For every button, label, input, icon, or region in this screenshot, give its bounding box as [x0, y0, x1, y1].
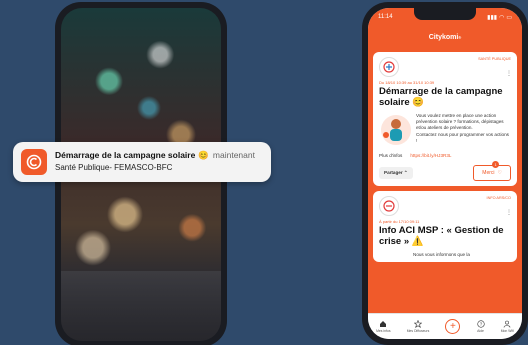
card-title: Démarrage de la campagne solaire 😊 — [379, 86, 511, 109]
sender-logo-icon — [379, 195, 399, 216]
more-info-label: Plus d'infos — [379, 152, 403, 158]
plus-icon: + — [445, 319, 461, 334]
user-icon — [503, 320, 511, 328]
app-title-mark: ® — [458, 34, 462, 40]
card-category: INFO ARS/CO — [486, 195, 511, 200]
nav-label: Mes infos — [376, 329, 391, 333]
help-icon: ? — [476, 320, 485, 328]
card-title-emoji: 😊 — [412, 96, 425, 108]
card-menu-icon[interactable]: ⋮ — [506, 70, 512, 77]
phone-notch — [414, 8, 476, 20]
more-info-link[interactable]: https://bit.ly/HJ3R3L — [410, 153, 451, 158]
card-illustration — [379, 113, 413, 147]
nav-add[interactable]: + — [445, 319, 461, 334]
status-time: 11:14 — [378, 14, 393, 20]
chevron-up-icon: ⌃ — [403, 169, 408, 175]
card-description-2: Contactez nous pour programmer vos actio… — [416, 131, 509, 143]
message-card[interactable]: SANTÉ PUBLIQUE ⋮ Du 18/10 10:39 au 31/10… — [373, 52, 517, 186]
home-icon — [380, 321, 387, 327]
message-feed[interactable]: SANTÉ PUBLIQUE ⋮ Du 18/10 10:39 au 31/10… — [368, 48, 522, 313]
share-label: Partager — [384, 169, 403, 175]
star-icon — [414, 320, 422, 328]
battery-icon: ▭ — [506, 14, 512, 21]
card-title: Info ACI MSP : « Gestion de crise » ⚠️ — [379, 224, 511, 248]
wifi-icon: ◠ — [499, 14, 505, 21]
nav-label: Mes Diffuseurs — [406, 329, 430, 333]
app-screen: 11:14 ▮▮▮ ◠ ▭ Citykomi ® SANTÉ PUBLIQUE … — [368, 8, 522, 339]
nav-my-infos[interactable]: Mes infos — [376, 320, 391, 333]
bottom-navigation: Mes infos Mes Diffuseurs + ? Aide Mon Wi… — [368, 313, 522, 339]
nav-help[interactable]: ? Aide — [476, 320, 485, 333]
card-category: SANTÉ PUBLIQUE — [478, 57, 511, 61]
notification-subtitle: Santé Publique- FEMASCO-BFC — [55, 163, 173, 173]
card-title-text: Info ACI MSP : « Gestion de crise » — [379, 224, 504, 247]
app-title: Citykomi — [428, 33, 459, 41]
signal-icon: ▮▮▮ — [487, 14, 498, 21]
sender-logo-icon — [379, 57, 399, 77]
card-menu-icon[interactable]: ⋮ — [506, 209, 512, 216]
notification-time: maintenant — [212, 150, 255, 161]
card-title-emoji: ⚠️ — [411, 235, 424, 247]
thanks-button[interactable]: 1 Merci ♡ — [473, 160, 511, 181]
share-button[interactable]: Partager ⌃ — [379, 166, 413, 179]
wallpaper-road — [61, 271, 221, 341]
nav-label: Mon Wifi — [500, 329, 514, 333]
card-title-text: Démarrage de la campagne solaire — [379, 86, 503, 108]
right-phone: 11:14 ▮▮▮ ◠ ▭ Citykomi ® SANTÉ PUBLIQUE … — [362, 2, 528, 345]
notification-title: Démarrage de la campagne solaire — [55, 150, 196, 161]
notification-emoji: 😊 — [198, 150, 209, 161]
card-date: Du 18/10 10:39 au 31/10 10:39 — [379, 80, 435, 85]
nav-my-broadcasters[interactable]: Mes Diffuseurs — [406, 320, 430, 333]
push-notification[interactable]: Démarrage de la campagne solaire 😊 maint… — [13, 142, 271, 182]
app-header: Citykomi ® — [368, 26, 522, 48]
nav-my-account[interactable]: Mon Wifi — [501, 320, 514, 333]
card-description: Vous voulez mettre en place une action p… — [416, 112, 504, 130]
card-description: Nous vous informons que la — [413, 251, 470, 257]
message-card[interactable]: INFO ARS/CO ⋮ À partir du 17/10 09:11 In… — [373, 190, 517, 262]
svg-text:?: ? — [479, 322, 482, 327]
card-date: À partir du 17/10 09:11 — [379, 218, 420, 224]
heart-icon: ♡ — [497, 169, 502, 176]
app-logo-icon — [21, 149, 47, 175]
thanks-label: Merci — [482, 169, 495, 176]
thanks-count-badge: 1 — [492, 160, 500, 168]
nav-label: Aide — [477, 329, 484, 333]
